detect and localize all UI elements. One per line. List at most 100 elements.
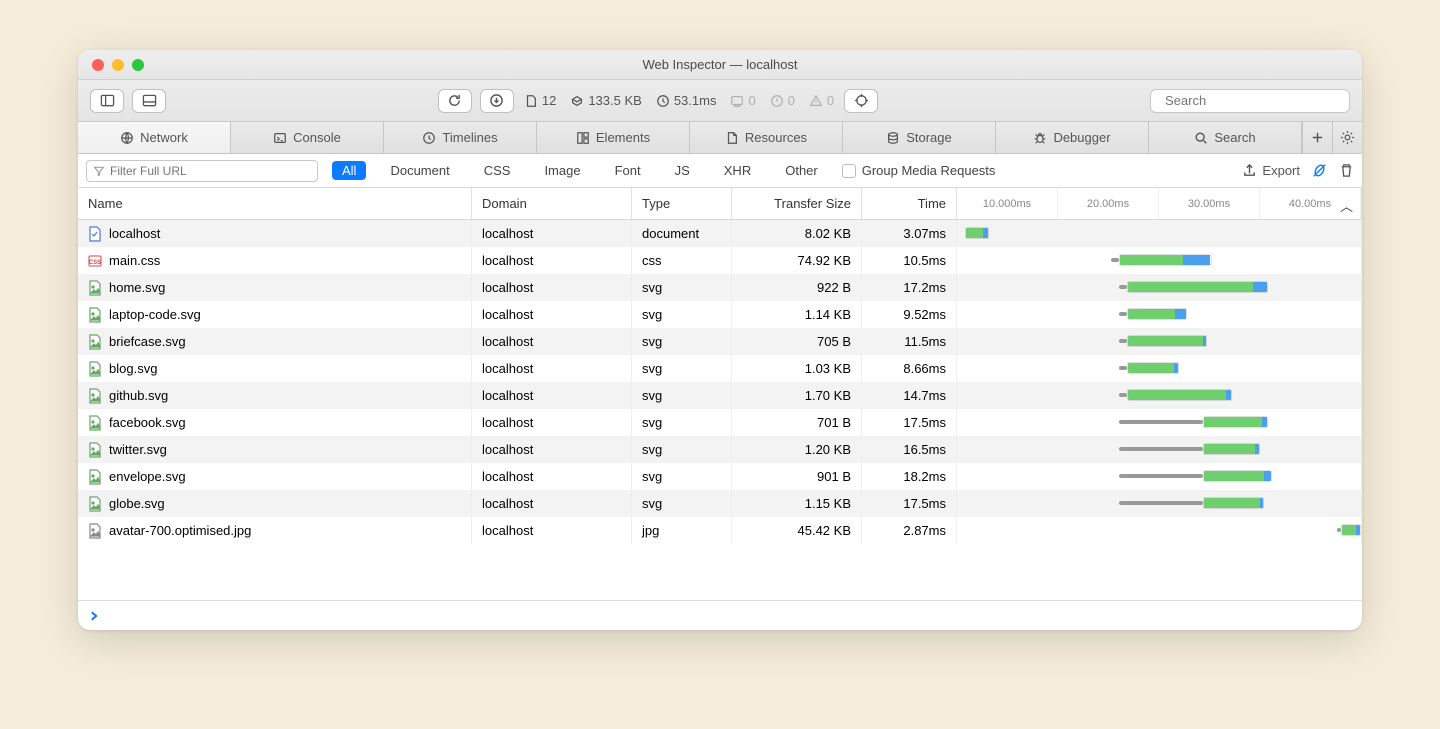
row-time: 10.5ms [862, 247, 957, 274]
row-name: home.svg [109, 280, 165, 295]
tab-label: Console [293, 130, 341, 145]
tab-elements[interactable]: Elements [537, 122, 690, 153]
tab-console[interactable]: Console [231, 122, 384, 153]
stat-time: 53.1ms [656, 93, 717, 108]
table-row[interactable]: globe.svg localhost svg 1.15 KB 17.5ms [78, 490, 1362, 517]
settings-button[interactable] [1332, 122, 1362, 153]
row-domain: localhost [472, 355, 632, 382]
row-waterfall [957, 247, 1362, 274]
row-size: 901 B [732, 463, 862, 490]
file-icon [88, 442, 102, 458]
table-row[interactable]: localhost localhost document 8.02 KB 3.0… [78, 220, 1362, 247]
row-waterfall [957, 301, 1362, 328]
export-icon [1242, 163, 1257, 178]
table-row[interactable]: blog.svg localhost svg 1.03 KB 8.66ms [78, 355, 1362, 382]
toolbar-search[interactable] [1150, 89, 1350, 113]
row-type: svg [632, 409, 732, 436]
col-type[interactable]: Type [632, 188, 732, 219]
file-icon [88, 334, 102, 350]
tab-label: Resources [745, 130, 807, 145]
col-domain[interactable]: Domain [472, 188, 632, 219]
table-row[interactable]: twitter.svg localhost svg 1.20 KB 16.5ms [78, 436, 1362, 463]
tab-network[interactable]: Network [78, 122, 231, 153]
table-row[interactable]: avatar-700.optimised.jpg localhost jpg 4… [78, 517, 1362, 544]
new-tab-button[interactable] [1302, 122, 1332, 153]
file-icon [88, 523, 102, 539]
row-type: svg [632, 274, 732, 301]
table-row[interactable]: envelope.svg localhost svg 901 B 18.2ms [78, 463, 1362, 490]
row-time: 16.5ms [862, 436, 957, 463]
filter-pill-js[interactable]: JS [665, 161, 700, 180]
file-icon [88, 226, 102, 242]
filter-pill-image[interactable]: Image [534, 161, 590, 180]
toggle-bottom-panel-button[interactable] [132, 89, 166, 113]
col-size[interactable]: Transfer Size [732, 188, 862, 219]
row-name: envelope.svg [109, 469, 186, 484]
chevron-right-icon [88, 610, 100, 622]
filter-pill-xhr[interactable]: XHR [714, 161, 761, 180]
elements-icon [576, 131, 590, 145]
filter-pill-css[interactable]: CSS [474, 161, 521, 180]
toggle-left-sidebar-button[interactable] [90, 89, 124, 113]
row-domain: localhost [472, 490, 632, 517]
filter-pill-font[interactable]: Font [605, 161, 651, 180]
table-row[interactable]: home.svg localhost svg 922 B 17.2ms [78, 274, 1362, 301]
row-size: 1.14 KB [732, 301, 862, 328]
col-waterfall[interactable]: 10.000ms20.00ms30.00ms40.00ms ︿ [957, 188, 1362, 219]
reload-button[interactable] [438, 89, 472, 113]
table-row[interactable]: github.svg localhost svg 1.70 KB 14.7ms [78, 382, 1362, 409]
row-domain: localhost [472, 517, 632, 544]
minimize-button[interactable] [112, 59, 124, 71]
table-row[interactable]: facebook.svg localhost svg 701 B 17.5ms [78, 409, 1362, 436]
waterfall-tick: 10.000ms [957, 188, 1058, 219]
table-row[interactable]: laptop-code.svg localhost svg 1.14 KB 9.… [78, 301, 1362, 328]
row-domain: localhost [472, 274, 632, 301]
export-button[interactable]: Export [1242, 163, 1300, 178]
row-type: svg [632, 463, 732, 490]
row-name: avatar-700.optimised.jpg [109, 523, 251, 538]
tab-resources[interactable]: Resources [690, 122, 843, 153]
file-icon: CSS [88, 253, 102, 269]
tab-timelines[interactable]: Timelines [384, 122, 537, 153]
filter-url-input-wrap[interactable] [86, 160, 318, 182]
clear-button[interactable] [1339, 163, 1354, 178]
search-icon [1194, 131, 1208, 145]
download-button[interactable] [480, 89, 514, 113]
tab-debugger[interactable]: Debugger [996, 122, 1149, 153]
row-waterfall [957, 328, 1362, 355]
col-name[interactable]: Name [78, 188, 472, 219]
file-icon [88, 388, 102, 404]
tab-label: Network [140, 130, 188, 145]
row-name: globe.svg [109, 496, 165, 511]
clock-icon [422, 131, 436, 145]
tab-search[interactable]: Search [1149, 122, 1302, 153]
row-domain: localhost [472, 463, 632, 490]
row-domain: localhost [472, 382, 632, 409]
row-waterfall [957, 382, 1362, 409]
filter-pill-all[interactable]: All [332, 161, 366, 180]
element-picker-button[interactable] [844, 89, 878, 113]
titlebar: Web Inspector — localhost [78, 50, 1362, 80]
row-time: 2.87ms [862, 517, 957, 544]
table-row[interactable]: CSSmain.css localhost css 74.92 KB 10.5m… [78, 247, 1362, 274]
row-type: svg [632, 355, 732, 382]
row-type: svg [632, 301, 732, 328]
col-time[interactable]: Time [862, 188, 957, 219]
filter-pill-document[interactable]: Document [380, 161, 459, 180]
filter-pill-other[interactable]: Other [775, 161, 828, 180]
toolbar-search-input[interactable] [1165, 93, 1341, 108]
row-waterfall [957, 274, 1362, 301]
row-size: 1.03 KB [732, 355, 862, 382]
filter-url-input[interactable] [110, 164, 311, 178]
row-type: svg [632, 328, 732, 355]
tab-storage[interactable]: Storage [843, 122, 996, 153]
console-prompt[interactable] [78, 600, 1362, 630]
group-media-checkbox[interactable]: Group Media Requests [842, 163, 996, 178]
close-button[interactable] [92, 59, 104, 71]
disable-cache-button[interactable] [1312, 163, 1327, 178]
file-icon [88, 469, 102, 485]
row-size: 45.42 KB [732, 517, 862, 544]
table-row[interactable]: briefcase.svg localhost svg 705 B 11.5ms [78, 328, 1362, 355]
row-time: 9.52ms [862, 301, 957, 328]
maximize-button[interactable] [132, 59, 144, 71]
